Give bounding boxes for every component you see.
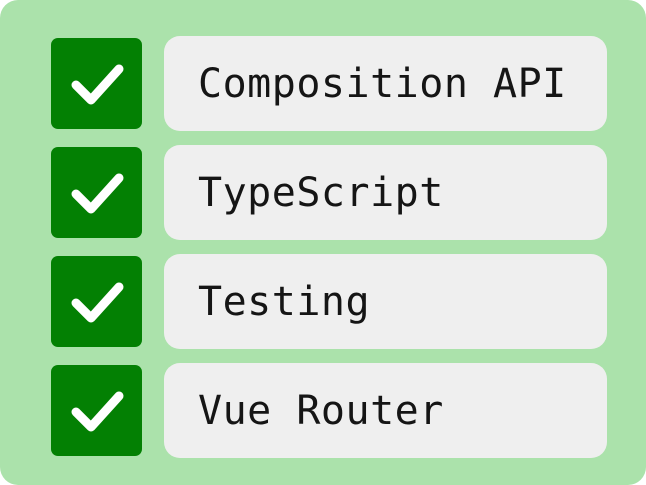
checklist-item-testing[interactable]: Testing bbox=[51, 254, 607, 349]
item-label: Vue Router bbox=[198, 387, 444, 434]
checkbox[interactable] bbox=[51, 38, 142, 129]
item-label-box: Composition API bbox=[164, 36, 607, 131]
check-icon bbox=[71, 64, 123, 104]
checklist-item-composition-api[interactable]: Composition API bbox=[51, 36, 607, 131]
checkbox[interactable] bbox=[51, 147, 142, 238]
check-icon bbox=[71, 173, 123, 213]
checkbox[interactable] bbox=[51, 256, 142, 347]
item-label: Composition API bbox=[198, 60, 567, 107]
checklist-item-vue-router[interactable]: Vue Router bbox=[51, 363, 607, 458]
item-label-box: TypeScript bbox=[164, 145, 607, 240]
item-label: TypeScript bbox=[198, 169, 444, 216]
check-icon bbox=[71, 391, 123, 431]
checklist-card: Composition API TypeScript Testing Vue R… bbox=[0, 0, 646, 485]
checklist-item-typescript[interactable]: TypeScript bbox=[51, 145, 607, 240]
item-label: Testing bbox=[198, 278, 371, 325]
item-label-box: Testing bbox=[164, 254, 607, 349]
checkbox[interactable] bbox=[51, 365, 142, 456]
check-icon bbox=[71, 282, 123, 322]
item-label-box: Vue Router bbox=[164, 363, 607, 458]
